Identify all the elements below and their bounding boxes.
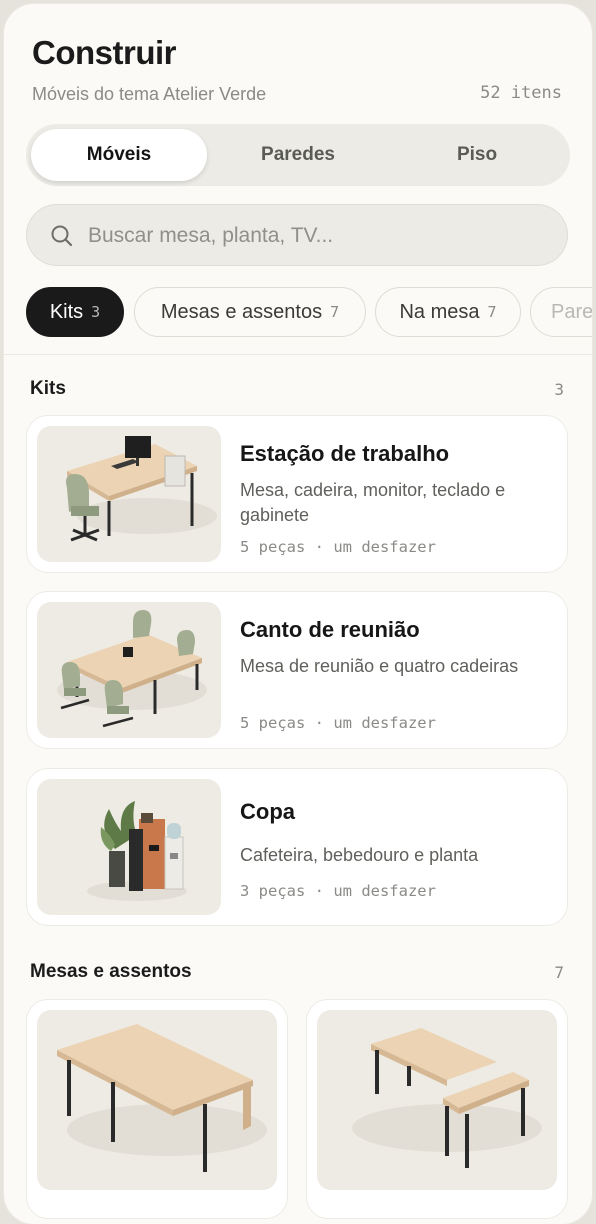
chip-paredes[interactable]: Pare: [530, 287, 592, 337]
total-count: 52 itens: [480, 83, 562, 103]
card-title: Copa: [240, 799, 295, 824]
card-meta: 5 peças · um desfazer: [240, 714, 436, 732]
pantry-illustration: [37, 779, 221, 915]
product-tile-desk[interactable]: [26, 999, 288, 1219]
workstation-illustration: [37, 426, 221, 562]
section-count-kits: 3: [554, 380, 564, 399]
chip-count: 3: [91, 303, 101, 321]
card-description: Mesa de reunião e quatro cadeiras: [240, 656, 519, 676]
card-description: Mesa, cadeira, monitor, teclado e gabine…: [240, 480, 506, 525]
chip-label: Na mesa: [399, 300, 480, 323]
chip-count: 7: [330, 303, 340, 321]
meeting-table-illustration: [37, 602, 221, 738]
tab-piso[interactable]: Piso: [389, 129, 565, 181]
card-title: Canto de reunião: [240, 617, 420, 642]
desk-illustration: [37, 1010, 277, 1190]
search-input[interactable]: [86, 204, 550, 268]
search-bar: [26, 204, 568, 268]
category-tabs: Móveis Paredes Piso: [26, 124, 570, 186]
chip-label: Mesas e assentos: [160, 300, 323, 323]
l-desk-illustration: [317, 1010, 557, 1190]
card-description: Cafeteira, bebedouro e planta: [240, 845, 479, 865]
search-icon: [51, 225, 73, 247]
section-title-kits: Kits: [30, 378, 66, 399]
divider: [4, 354, 592, 355]
product-tile-l-desk[interactable]: [306, 999, 568, 1219]
card-title: Estação de trabalho: [240, 441, 450, 466]
chip-mesas-e-assentos[interactable]: Mesas e assentos 7: [134, 287, 366, 337]
section-count-mesas-e-assentos: 7: [554, 963, 564, 982]
chip-kits[interactable]: Kits 3: [26, 287, 124, 337]
page-subtitle: Móveis do tema Atelier Verde: [32, 84, 267, 104]
tab-moveis[interactable]: Móveis: [31, 129, 207, 181]
kit-card-pantry[interactable]: Copa Cafeteira, bebedouro e planta 3 peç…: [26, 768, 568, 926]
page-title: Construir: [32, 34, 177, 71]
chip-count: 7: [487, 303, 497, 321]
chip-na-mesa[interactable]: Na mesa 7: [375, 287, 521, 337]
build-panel: Construir Móveis do tema Atelier Verde 5…: [4, 4, 592, 1224]
chip-label: Pare: [551, 300, 592, 323]
card-meta: 5 peças · um desfazer: [240, 538, 436, 556]
tab-paredes[interactable]: Paredes: [210, 129, 386, 181]
card-meta: 3 peças · um desfazer: [240, 882, 436, 900]
filter-chips: Kits 3 Mesas e assentos 7 Na mesa 7 Pare: [26, 287, 592, 339]
section-title-mesas-e-assentos: Mesas e assentos: [30, 961, 192, 982]
kit-card-meeting-corner[interactable]: Canto de reunião Mesa de reunião e quatr…: [26, 591, 568, 749]
kit-card-workstation[interactable]: Estação de trabalho Mesa, cadeira, monit…: [26, 415, 568, 573]
chip-label: Kits: [49, 300, 84, 323]
